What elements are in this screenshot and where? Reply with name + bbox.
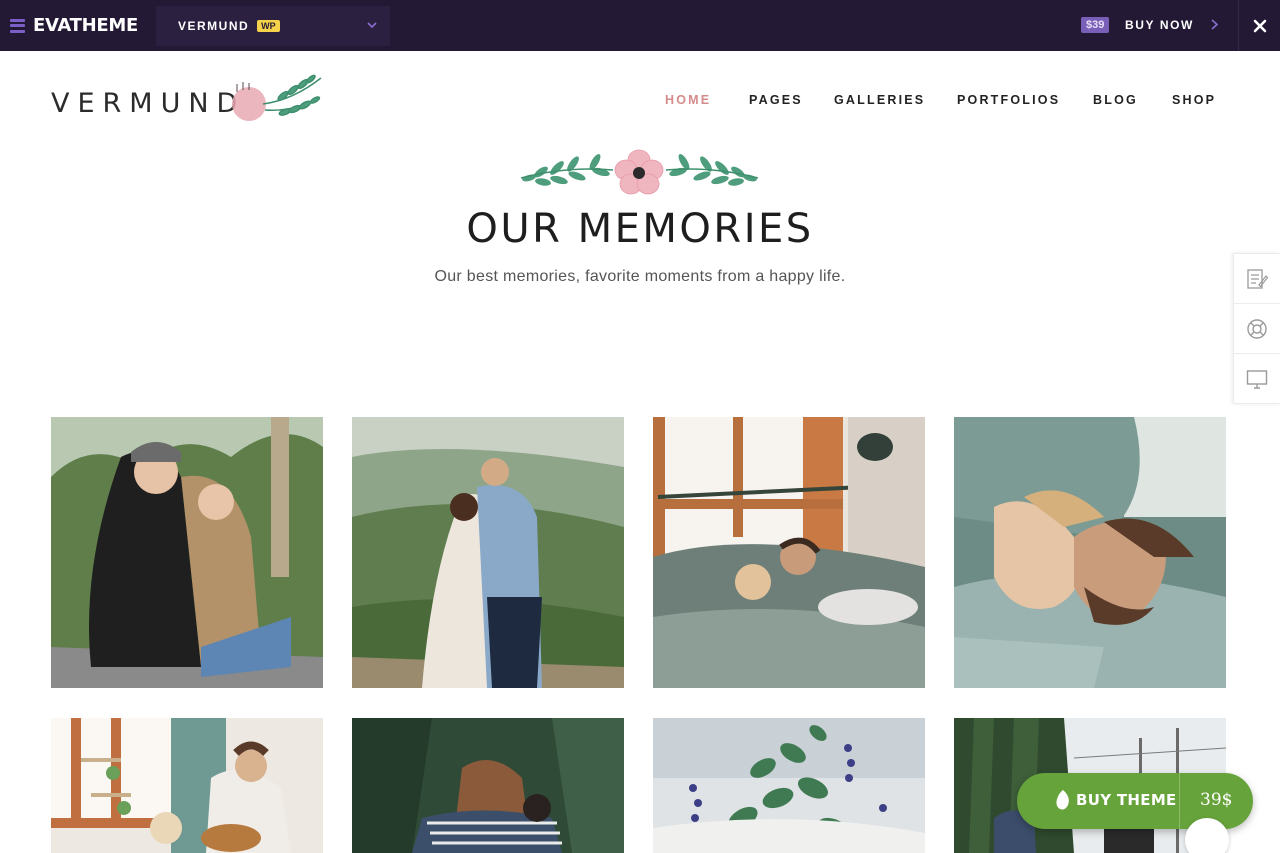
site-logo[interactable]: VERMUND: [51, 72, 326, 130]
gallery-image-2[interactable]: [352, 417, 624, 688]
leaf-icon: [1056, 790, 1069, 810]
buy-theme-label: BUY THEME: [1076, 791, 1177, 809]
nav-blog[interactable]: BLOG: [1093, 93, 1138, 107]
wp-badge: WP: [257, 20, 280, 32]
price-badge: $39: [1081, 17, 1110, 33]
nav-portfolios[interactable]: PORTFOLIOS: [957, 93, 1060, 107]
couple-forest-photo: [352, 718, 624, 853]
couple-guitar-photo: [51, 718, 323, 853]
couple-sitting-outdoors-photo: [51, 417, 323, 688]
close-icon: [1253, 19, 1266, 32]
support-button[interactable]: [1234, 304, 1280, 354]
hamburger-icon[interactable]: [10, 18, 25, 33]
gallery-image-3[interactable]: [653, 417, 925, 688]
monitor-icon: [1246, 370, 1268, 389]
plant-flowers-photo: [653, 718, 925, 853]
logo-flower-icon: [232, 74, 322, 121]
close-button[interactable]: [1238, 0, 1280, 51]
theme-selector[interactable]: VERMUND WP: [156, 6, 390, 46]
side-toolbar: [1233, 253, 1280, 404]
theme-name: VERMUND: [178, 19, 250, 33]
buy-now-link[interactable]: BUY NOW: [1125, 18, 1194, 32]
page-subtitle: Our best memories, favorite moments from…: [434, 268, 846, 285]
gallery-image-6[interactable]: [352, 718, 624, 853]
couple-cuddling-photo: [954, 417, 1226, 688]
chevron-down-icon: [367, 22, 377, 29]
page-title: OUR MEMORIES: [466, 206, 814, 252]
logo-text: VERMUND: [51, 88, 246, 119]
document-edit-button[interactable]: [1234, 254, 1280, 304]
document-edit-icon: [1247, 268, 1269, 289]
gallery-image-1[interactable]: [51, 417, 323, 688]
preview-button[interactable]: [1234, 354, 1280, 404]
button-divider: [1179, 773, 1180, 829]
couple-valley-view-photo: [352, 417, 624, 688]
gallery-image-7[interactable]: [653, 718, 925, 853]
floral-ornament-icon: [520, 149, 759, 195]
buy-theme-price: 39$: [1200, 790, 1233, 810]
nav-shop[interactable]: SHOP: [1172, 93, 1216, 107]
evatheme-brand[interactable]: EVATHEME: [10, 0, 138, 51]
couple-in-bed-photo: [653, 417, 925, 688]
chevron-right-icon: [1211, 19, 1219, 30]
gallery-image-5[interactable]: [51, 718, 323, 853]
nav-home[interactable]: HOME: [665, 93, 711, 107]
nav-galleries[interactable]: GALLERIES: [834, 93, 925, 107]
gallery-image-4[interactable]: [954, 417, 1226, 688]
nav-pages[interactable]: PAGES: [749, 93, 803, 107]
theme-preview-bar: EVATHEME VERMUND WP $39 BUY NOW: [0, 0, 1280, 51]
brand-name: EVATHEME: [33, 15, 138, 36]
lifebuoy-icon: [1247, 318, 1267, 339]
